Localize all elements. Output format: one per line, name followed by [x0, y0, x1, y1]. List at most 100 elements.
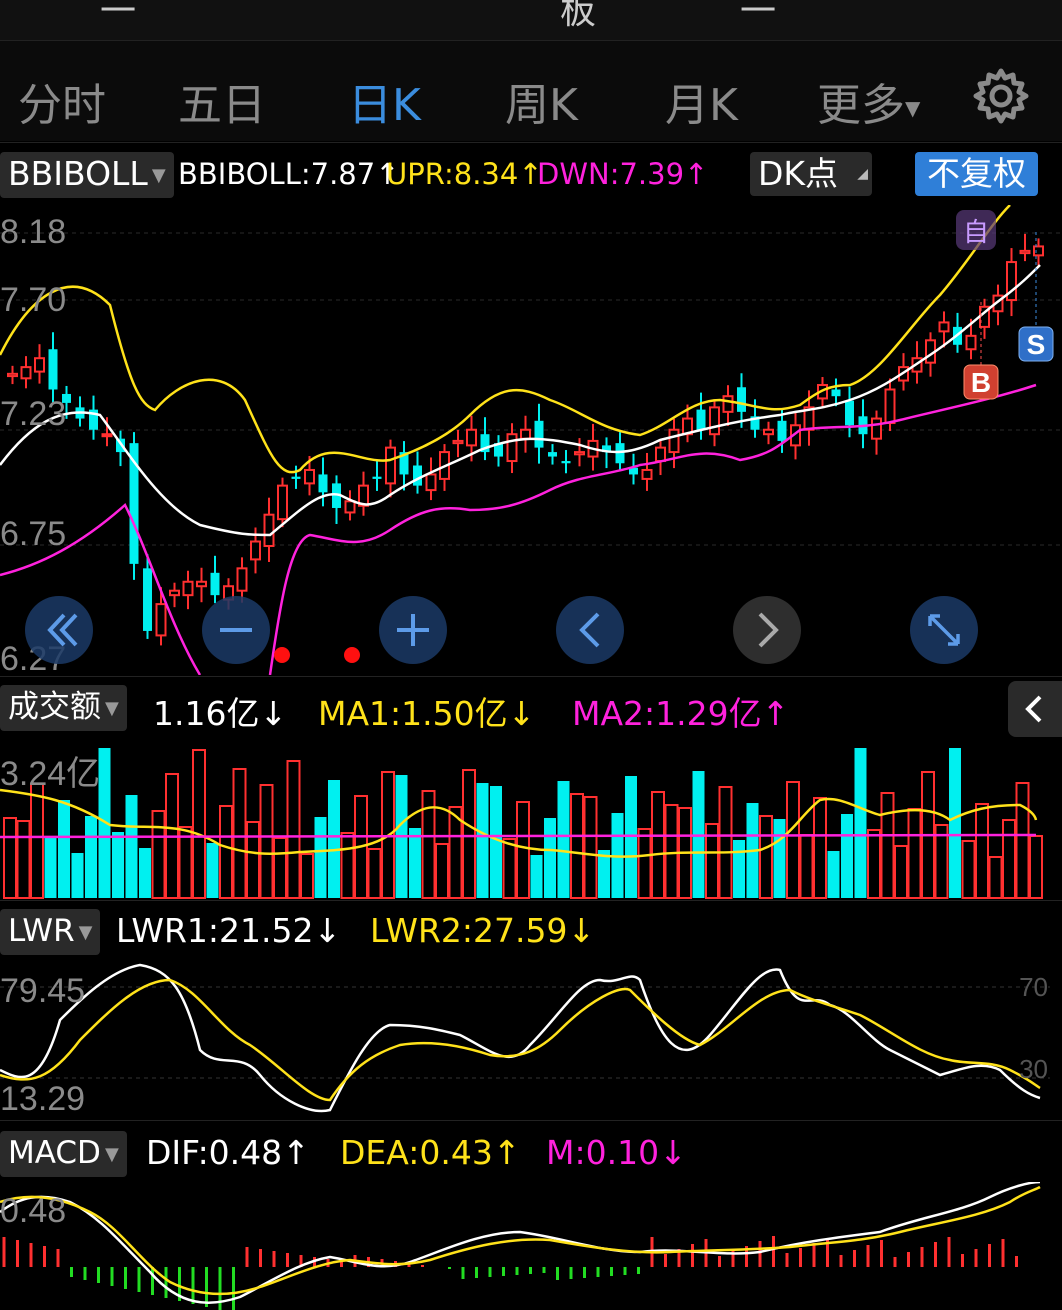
dea-value: DEA:0.43↑ [340, 1133, 521, 1172]
title-fragment: 一 [740, 0, 777, 32]
volume-bar [206, 843, 219, 898]
tab-monthly-k[interactable]: 月K [665, 69, 738, 133]
volume-bar [1029, 835, 1043, 899]
volume-bar [530, 855, 543, 898]
candle [668, 428, 680, 454]
volume-bar [44, 837, 57, 898]
candle [263, 513, 275, 547]
candle [291, 476, 301, 479]
no-adjust-button[interactable]: 不复权 [915, 152, 1038, 196]
volume-bars [3, 748, 1043, 899]
rewind-button[interactable] [25, 596, 93, 664]
volume-bar [637, 828, 652, 899]
volume-bar [85, 816, 97, 898]
volume-bar [570, 793, 584, 899]
dif-line [0, 1182, 1041, 1304]
previous-button[interactable] [556, 596, 624, 664]
tab-wuri[interactable]: 五日 [178, 69, 266, 133]
candle [182, 580, 194, 597]
chevron-down-icon: ▼ [78, 921, 93, 943]
macd-histogram [2, 1236, 1018, 1310]
next-button[interactable] [733, 596, 801, 664]
volume-chart: 3.24亿 [0, 748, 1043, 899]
candle [709, 406, 720, 436]
candle [250, 540, 261, 561]
lwr1-value: LWR1:21.52↓ [116, 911, 342, 950]
dk-point-label: DK点 [758, 154, 839, 193]
indicator-selector-bbiboll[interactable]: BBIBOLL ▼ [0, 152, 174, 198]
lwr-ref-label: 70 [1019, 972, 1048, 1002]
dwn-value: DWN:7.39↑ [537, 157, 709, 191]
candle [1033, 245, 1044, 257]
chart-controls [25, 596, 978, 664]
lwr-indicator-bar: LWR ▼ LWR1:21.52↓ LWR2:27.59↓ [0, 900, 1062, 961]
macd-axis-label: 0.48 [0, 1192, 66, 1230]
volume-bar [3, 817, 17, 899]
indicator-selector-volume[interactable]: 成交额 ▼ [0, 685, 127, 731]
indicator-selector-macd[interactable]: MACD ▼ [0, 1131, 127, 1177]
fullscreen-button[interactable] [910, 596, 978, 664]
candle [20, 366, 32, 380]
period-tabs: 分时 五日 日K 周K 月K 更多▼ [0, 40, 1062, 175]
price-label: 6.75 [0, 515, 66, 553]
volume-bar [58, 800, 70, 898]
volume-bar [516, 801, 530, 899]
volume-bar [975, 803, 989, 899]
upr-value: UPR:8.34↑ [386, 157, 543, 191]
candle [965, 334, 977, 351]
chevron-left-icon [1025, 695, 1042, 723]
volume-bar [232, 768, 247, 899]
tab-daily-k[interactable]: 日K [348, 69, 421, 133]
volume-bar [867, 829, 881, 899]
volume-bar [192, 749, 206, 899]
candle [737, 387, 746, 412]
tab-fenshi[interactable]: 分时 [18, 69, 106, 133]
volume-bar [854, 748, 867, 898]
lwr2-line [0, 978, 1041, 1102]
candle [318, 474, 328, 493]
candle [304, 468, 315, 485]
indicator-selector-lwr[interactable]: LWR ▼ [0, 909, 101, 955]
volume-bar [651, 791, 665, 899]
volume-bar [502, 838, 517, 899]
volume-bar [259, 784, 274, 899]
candle [561, 461, 571, 464]
volume-bar [1002, 819, 1016, 899]
volume-axis-label: 3.24亿 [0, 755, 100, 793]
price-label: 7.70 [0, 281, 66, 319]
volume-bar [544, 818, 556, 898]
lwr2-value: LWR2:27.59↓ [370, 911, 596, 950]
candle [196, 580, 207, 588]
volume-bar [409, 828, 421, 898]
candle [48, 349, 58, 390]
volume-bar [476, 783, 489, 898]
dk-point-button[interactable]: DK点 ◢ [750, 152, 872, 196]
tab-more[interactable]: 更多▼ [817, 69, 920, 133]
candle [548, 452, 557, 457]
volume-bar [286, 760, 301, 899]
volume-bar [340, 832, 355, 899]
volume-bar [328, 780, 340, 898]
chevron-down-icon: ▼ [905, 96, 921, 120]
candle [413, 465, 422, 486]
candle [1019, 249, 1031, 255]
chevron-down-icon: ▼ [105, 697, 119, 719]
zoom-out-button[interactable] [202, 596, 270, 664]
candle [425, 473, 437, 492]
volume-bar [664, 804, 679, 899]
tab-weekly-k[interactable]: 周K [505, 69, 578, 133]
volume-bar [30, 783, 44, 899]
volume-bar [961, 840, 976, 899]
volume-bar [71, 853, 84, 898]
lwr-axis-label: 79.45 [0, 972, 85, 1010]
candle [236, 567, 248, 592]
candle [344, 500, 356, 514]
indicator-selector-label: LWR [8, 913, 75, 949]
candle [871, 417, 882, 440]
zoom-in-button[interactable] [379, 596, 447, 664]
collapse-panel-button[interactable] [1008, 681, 1062, 737]
self-select-label: 自 [963, 217, 989, 247]
volume-bar [841, 814, 853, 898]
gear-icon[interactable] [972, 67, 1030, 125]
candle [506, 433, 518, 463]
